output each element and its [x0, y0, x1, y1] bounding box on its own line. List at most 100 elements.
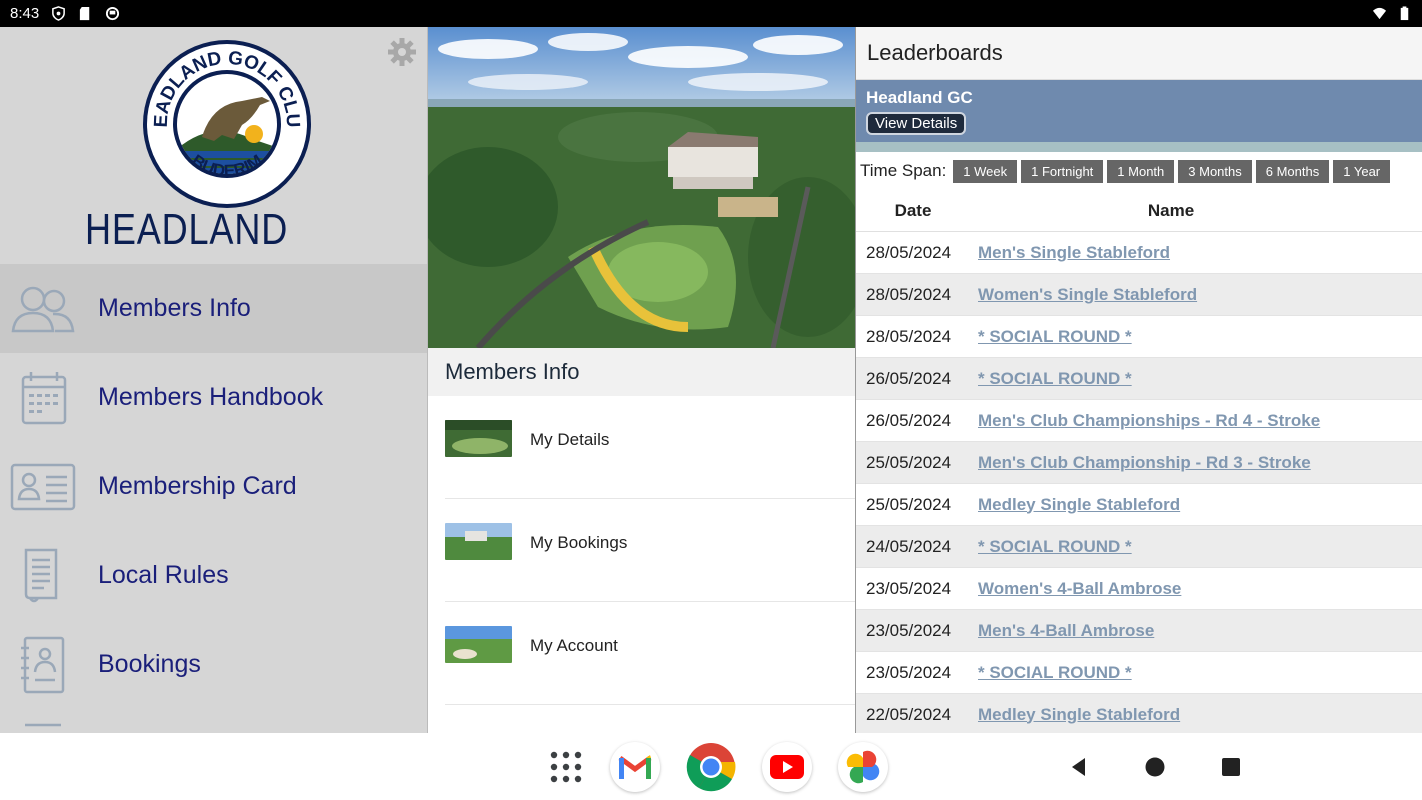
sidebar-item-membership-card[interactable]: Membership Card	[0, 442, 427, 531]
sd-card-icon	[80, 6, 90, 21]
back-icon[interactable]	[1054, 742, 1104, 792]
row-date: 28/05/2024	[866, 284, 952, 304]
document-icon	[8, 546, 78, 606]
leaderboards-title: Leaderboards	[856, 27, 1422, 80]
name-column-header: Name	[1147, 200, 1195, 220]
row-date: 28/05/2024	[866, 326, 952, 346]
my-account-item[interactable]: My Account	[445, 602, 855, 705]
sidebar: HEADLAND GOLF CLUB BUDERIM HEADLAND Memb…	[0, 27, 427, 733]
status-bar: 8:43	[0, 0, 1422, 27]
sidebar-item-label: Bookings	[98, 650, 201, 678]
row-date: 22/05/2024	[866, 704, 952, 724]
my-details-thumbnail	[445, 420, 512, 457]
sidebar-item-members-handbook[interactable]: Members Handbook	[0, 353, 427, 442]
my-bookings-item[interactable]: My Bookings	[445, 499, 855, 602]
sidebar-item-label: Members Info	[98, 294, 251, 322]
my-account-thumbnail	[445, 626, 512, 663]
brand-name: HEADLAND	[85, 205, 289, 254]
time-span-row: Time Span: 1 Week 1 Fortnight 1 Month 3 …	[856, 152, 1422, 190]
divider-strip	[856, 142, 1422, 152]
row-date: 23/05/2024	[866, 578, 952, 598]
table-row: 22/05/2024 Medley Single Stableford	[856, 694, 1422, 733]
row-date: 23/05/2024	[866, 662, 952, 682]
sidebar-item-local-rules[interactable]: Local Rules	[0, 531, 427, 620]
row-date: 26/05/2024	[866, 368, 952, 388]
members-info-title: Members Info	[428, 348, 855, 396]
sidebar-item-label: Membership Card	[98, 472, 297, 500]
my-bookings-thumbnail	[445, 523, 512, 560]
members-info-panel: Members Info My Details My Bookings My A…	[427, 27, 855, 733]
row-competition-link[interactable]: Men's Club Championships - Rd 4 - Stroke	[970, 411, 1320, 431]
club-header: Headland GC View Details	[856, 80, 1422, 142]
table-header: Date Name	[856, 190, 1422, 232]
leaderboards-panel: Leaderboards Headland GC View Details Ti…	[855, 27, 1422, 733]
home-icon[interactable]	[1130, 742, 1180, 792]
booking-icon	[8, 635, 78, 695]
system-nav-bar	[0, 733, 1422, 800]
my-details-item[interactable]: My Details	[445, 396, 855, 499]
row-date: 26/05/2024	[866, 410, 952, 430]
row-competition-link[interactable]: * SOCIAL ROUND *	[970, 327, 1132, 347]
row-competition-link[interactable]: * SOCIAL ROUND *	[970, 537, 1132, 557]
partial-icon	[8, 723, 78, 734]
row-competition-link[interactable]: Men's Single Stableford	[970, 243, 1170, 263]
my-details-label: My Details	[530, 430, 610, 449]
table-row: 23/05/2024 Women's 4-Ball Ambrose	[856, 568, 1422, 610]
chrome-icon[interactable]	[686, 742, 736, 792]
time-span-3-months-button[interactable]: 3 Months	[1178, 159, 1252, 183]
row-competition-link[interactable]: * SOCIAL ROUND *	[970, 663, 1132, 683]
time-span-1-week-button[interactable]: 1 Week	[953, 159, 1018, 183]
table-row: 28/05/2024 Women's Single Stableford	[856, 274, 1422, 316]
sync-icon	[106, 6, 120, 21]
status-time: 8:43	[10, 5, 40, 22]
sidebar-item-bookings[interactable]: Bookings	[0, 620, 427, 709]
id-card-icon	[8, 457, 78, 517]
time-span-6-months-button[interactable]: 6 Months	[1255, 159, 1330, 183]
calendar-icon	[8, 368, 78, 428]
logo-area: HEADLAND GOLF CLUB BUDERIM HEADLAND	[0, 27, 427, 264]
time-span-1-fortnight-button[interactable]: 1 Fortnight	[1021, 159, 1104, 183]
table-row: 23/05/2024 Men's 4-Ball Ambrose	[856, 610, 1422, 652]
row-date: 25/05/2024	[866, 452, 952, 472]
time-span-1-year-button[interactable]: 1 Year	[1333, 159, 1391, 183]
gear-icon[interactable]	[387, 37, 417, 67]
table-row: 25/05/2024 Men's Club Championship - Rd 3…	[856, 442, 1422, 484]
date-column-header: Date	[894, 200, 932, 220]
app-drawer-icon[interactable]	[541, 742, 591, 792]
wifi-icon	[1372, 7, 1387, 20]
photos-icon[interactable]	[838, 742, 888, 792]
sidebar-item-members-info[interactable]: Members Info	[0, 264, 427, 353]
sidebar-item-label: Local Rules	[98, 561, 229, 589]
time-span-label: Time Span:	[860, 161, 947, 180]
row-date: 24/05/2024	[866, 536, 952, 556]
club-logo: HEADLAND GOLF CLUB BUDERIM	[142, 39, 311, 208]
recents-icon[interactable]	[1206, 742, 1256, 792]
row-competition-link[interactable]: Medley Single Stableford	[970, 705, 1180, 725]
table-row: 26/05/2024 * SOCIAL ROUND *	[856, 358, 1422, 400]
sidebar-item-partial	[0, 709, 427, 733]
time-span-1-month-button[interactable]: 1 Month	[1107, 159, 1175, 183]
row-date: 25/05/2024	[866, 494, 952, 514]
table-row: 28/05/2024 Men's Single Stableford	[856, 232, 1422, 274]
row-competition-link[interactable]: Men's 4-Ball Ambrose	[970, 621, 1154, 641]
row-competition-link[interactable]: Medley Single Stableford	[970, 495, 1180, 515]
youtube-icon[interactable]	[762, 742, 812, 792]
table-row: 26/05/2024 Men's Club Championships - Rd …	[856, 400, 1422, 442]
battery-icon	[1400, 6, 1409, 21]
my-account-label: My Account	[530, 636, 618, 655]
view-details-button[interactable]: View Details	[866, 112, 967, 135]
sidebar-item-label: Members Handbook	[98, 383, 324, 411]
row-date: 28/05/2024	[866, 242, 952, 262]
gmail-icon[interactable]	[610, 742, 660, 792]
row-competition-link[interactable]: Women's Single Stableford	[970, 285, 1197, 305]
row-date: 23/05/2024	[866, 620, 952, 640]
table-row: 28/05/2024 * SOCIAL ROUND *	[856, 316, 1422, 358]
row-competition-link[interactable]: * SOCIAL ROUND *	[970, 369, 1132, 389]
my-bookings-label: My Bookings	[530, 533, 628, 552]
club-name: Headland GC	[866, 88, 973, 107]
clubhouse-aerial-image	[428, 27, 855, 348]
table-row: 24/05/2024 * SOCIAL ROUND *	[856, 526, 1422, 568]
row-competition-link[interactable]: Men's Club Championship - Rd 3 - Stroke	[970, 453, 1311, 473]
members-icon	[8, 279, 78, 339]
row-competition-link[interactable]: Women's 4-Ball Ambrose	[970, 579, 1181, 599]
